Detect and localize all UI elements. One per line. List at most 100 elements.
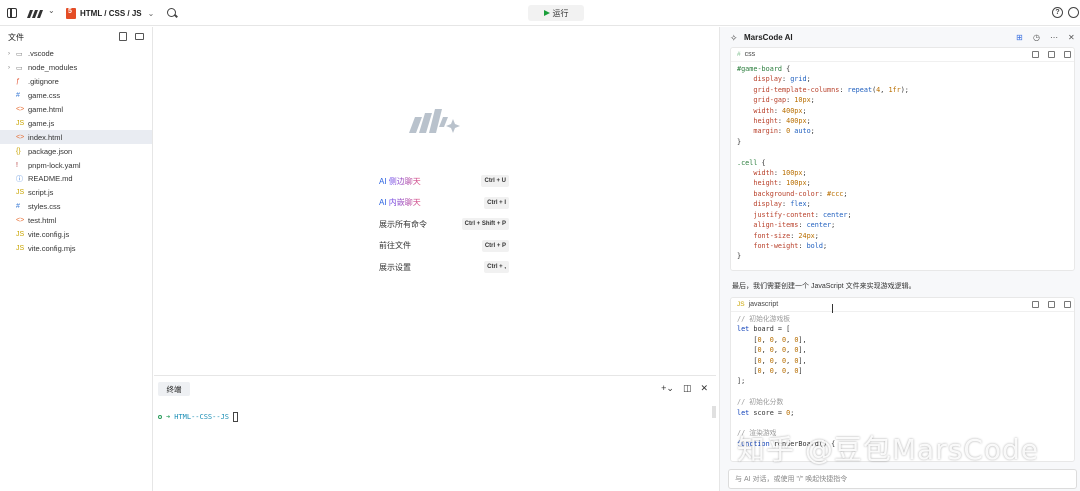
shortcut-row[interactable]: AI 内嵌聊天 Ctrl + I: [379, 196, 509, 209]
insert-code-icon[interactable]: [1048, 51, 1055, 58]
history-icon[interactable]: ◷: [1033, 33, 1040, 42]
code-line: width: 400px;: [737, 106, 807, 115]
javascript-icon: JS: [737, 301, 745, 308]
code-line: align-items: center;: [737, 221, 836, 230]
insert-code-icon[interactable]: [1048, 301, 1055, 308]
run-button[interactable]: 运行: [528, 5, 584, 21]
project-selector[interactable]: HTML / CSS / JS ⌄: [66, 7, 154, 20]
code-line: grid-gap: 10px;: [737, 96, 815, 105]
tree-item-label: vite.config.js: [28, 230, 70, 240]
shortcut-row[interactable]: 展示所有命令 Ctrl + Shift + P: [379, 218, 509, 230]
shortcut-keys: Ctrl + Shift + P: [461, 218, 509, 230]
apply-code-icon[interactable]: [1064, 301, 1071, 308]
code-line: display: flex;: [737, 200, 811, 209]
html5-icon: [66, 8, 76, 19]
copy-icon[interactable]: [1032, 51, 1039, 58]
split-terminal-icon[interactable]: ◫: [683, 383, 692, 394]
sidebar-toggle-icon[interactable]: [7, 8, 17, 18]
tree-item[interactable]: › ▭ node_modules: [0, 61, 152, 75]
tree-item-label: game.html: [28, 105, 64, 114]
code-line: background-color: #ccc;: [737, 189, 848, 198]
tree-item[interactable]: <> index.html: [0, 130, 152, 145]
shortcut-keys: Ctrl + I: [484, 196, 509, 209]
tree-item[interactable]: JS script.js: [0, 186, 152, 200]
help-icon[interactable]: ?: [1052, 7, 1063, 18]
tree-item[interactable]: JS vite.config.mjs: [0, 241, 152, 255]
code-line: #game-board {: [737, 65, 791, 73]
ai-message-text: 最后，我们需要创建一个 JavaScript 文件来实现游戏逻辑。: [732, 283, 916, 290]
text-cursor-icon: [832, 304, 833, 313]
tree-item[interactable]: JS game.js: [0, 116, 152, 130]
file-type-icon: !: [16, 161, 18, 169]
file-type-icon: <>: [16, 106, 25, 113]
code-language: css: [744, 51, 756, 58]
shortcut-row[interactable]: AI 侧边聊天 Ctrl + U: [379, 175, 509, 187]
status-dot-icon: [158, 415, 162, 419]
project-name: HTML / CSS / JS: [80, 9, 142, 18]
editor-welcome: AI 侧边聊天 Ctrl + U AI 内嵌聊天 Ctrl + I 展示所有命令 Ctrl…: [154, 27, 716, 375]
copy-icon[interactable]: [1032, 301, 1039, 308]
new-file-icon[interactable]: [119, 32, 127, 41]
file-type-icon: ⓘ: [16, 175, 23, 183]
tree-item[interactable]: # game.css: [0, 89, 152, 103]
chevron-down-icon[interactable]: ⌄: [48, 6, 55, 15]
tree-item[interactable]: ⓘ README.md: [0, 172, 152, 186]
terminal-cursor: [233, 412, 239, 422]
tree-item[interactable]: {} package.json: [0, 144, 152, 158]
add-terminal-icon[interactable]: +⌄: [661, 383, 674, 394]
code-line: height: 400px;: [737, 117, 811, 126]
ai-prefix: AI: [379, 198, 389, 207]
shortcut-label-text: 内嵌聊天: [388, 198, 421, 207]
css-code-block: # css #game-board { display: grid; grid-…: [730, 47, 1075, 271]
tree-item[interactable]: # styles.css: [0, 200, 152, 214]
shortcut-label-text: 前往文件: [379, 241, 411, 250]
account-icon[interactable]: [1068, 7, 1079, 18]
code-line: [0, 0, 0, 0],: [737, 346, 807, 355]
code-line: [0, 0, 0, 0],: [737, 356, 807, 365]
new-folder-icon[interactable]: [135, 33, 144, 40]
close-icon[interactable]: ✕: [1068, 33, 1075, 42]
ai-chat-panel: ✧ MarsCode AI ⊞ ◷ ⋯ ✕ # css #game-board …: [719, 27, 1080, 491]
terminal-scrollbar[interactable]: [712, 406, 716, 418]
new-chat-icon[interactable]: ⊞: [1016, 33, 1023, 42]
tree-item[interactable]: JS vite.config.js: [0, 228, 152, 242]
tree-item-label: node_modules: [28, 63, 78, 73]
tree-item-label: .vscode: [28, 49, 54, 59]
ai-sparkle-icon: ✧: [730, 33, 738, 43]
file-type-icon: #: [16, 203, 20, 211]
code-line: [0, 0, 0, 0],: [737, 335, 807, 344]
code-line: ];: [737, 377, 746, 386]
code-line: grid-template-columns: repeat(4, 1fr);: [737, 85, 909, 94]
apply-code-icon[interactable]: [1064, 51, 1071, 58]
tree-item[interactable]: › ▭ .vscode: [0, 47, 152, 61]
more-icon[interactable]: ⋯: [1050, 33, 1058, 42]
tree-item[interactable]: ! pnpm-lock.yaml: [0, 158, 152, 172]
shortcut-row[interactable]: 前往文件 Ctrl + P: [379, 239, 509, 252]
file-type-icon: #: [16, 92, 20, 100]
code-line: justify-content: center;: [737, 210, 852, 219]
file-type-icon: JS: [16, 189, 25, 197]
shortcut-label: 展示所有命令: [379, 219, 427, 230]
ai-chat-input[interactable]: 与 AI 对话，或使用 "/" 唤起快捷指令: [728, 469, 1077, 489]
file-type-icon: ƒ: [16, 78, 20, 86]
tree-item[interactable]: ƒ .gitignore: [0, 75, 152, 89]
tab-terminal[interactable]: 终端: [158, 382, 190, 396]
search-icon[interactable]: [167, 8, 176, 17]
marscode-logo-icon[interactable]: [27, 8, 43, 18]
code-line: [0, 0, 0, 0]: [737, 367, 803, 376]
tree-item[interactable]: <> game.html: [0, 103, 152, 117]
file-type-icon: {}: [16, 147, 21, 155]
tree-item-label: package.json: [28, 146, 73, 156]
close-icon[interactable]: ✕: [700, 383, 708, 394]
shortcut-row[interactable]: 展示设置 Ctrl + ,: [379, 261, 509, 273]
folder-icon: ▭: [16, 64, 23, 72]
explorer-title: 文件: [8, 32, 24, 42]
shortcut-keys: Ctrl + P: [481, 239, 509, 252]
css-icon: #: [737, 51, 741, 58]
terminal-prompt[interactable]: ➜ HTML--CSS--JS: [158, 412, 239, 422]
code-line: display: grid;: [737, 75, 811, 84]
code-line: // 初始化分数: [737, 398, 784, 407]
tree-item[interactable]: <> test.html: [0, 214, 152, 228]
chevron-right-icon: ›: [8, 64, 10, 71]
code-line: let board = [: [737, 325, 791, 334]
